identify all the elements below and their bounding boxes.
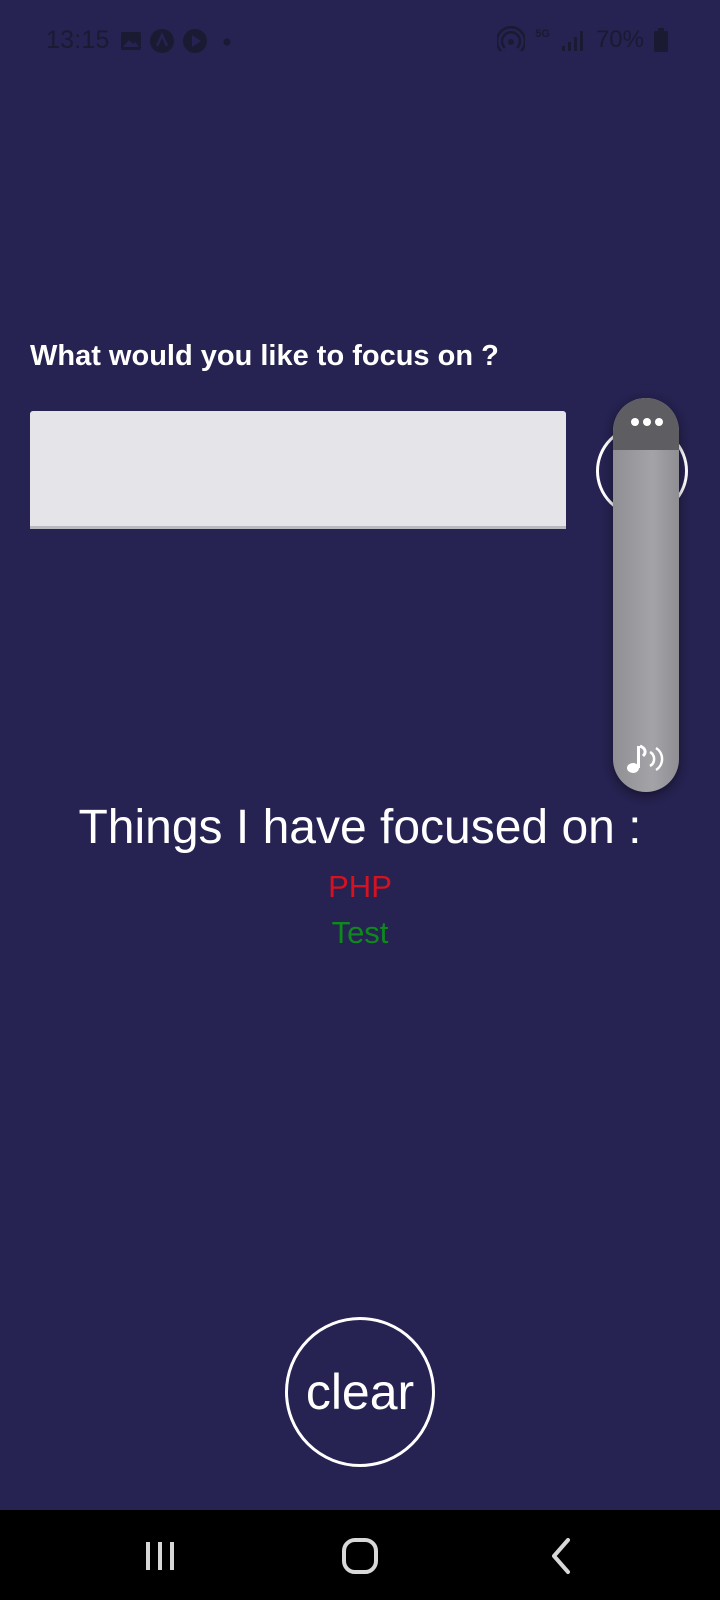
status-time: 13:15 xyxy=(46,26,110,54)
battery-percentage: 70% xyxy=(595,26,644,53)
focus-prompt: What would you like to focus on ? xyxy=(30,340,499,372)
status-notification-icons xyxy=(120,28,235,54)
hotspot-icon xyxy=(497,26,526,52)
focused-list: PHP Test xyxy=(0,864,720,956)
signal-icon xyxy=(561,31,583,51)
network-type: 5G xyxy=(535,28,550,40)
focused-heading: Things I have focused on : xyxy=(78,801,642,854)
focused-item: Test xyxy=(331,915,389,950)
volume-panel[interactable] xyxy=(613,398,679,792)
play-icon xyxy=(183,29,207,53)
dot-icon xyxy=(223,38,231,46)
battery-icon xyxy=(654,28,668,52)
home-icon[interactable] xyxy=(338,1534,382,1578)
focused-item: PHP xyxy=(328,869,392,904)
a-icon xyxy=(150,29,174,53)
more-options-icon[interactable] xyxy=(627,416,667,428)
navigation-bar xyxy=(0,1510,720,1600)
back-icon[interactable] xyxy=(540,1534,584,1578)
clear-button[interactable]: clear xyxy=(285,1317,435,1467)
focus-input[interactable] xyxy=(30,411,566,529)
status-system-icons: 5G 70% xyxy=(497,26,668,54)
gallery-icon xyxy=(121,32,141,50)
media-volume-icon[interactable] xyxy=(623,738,669,778)
volume-panel-header[interactable] xyxy=(613,398,679,450)
status-bar: 13:15 5G 70% xyxy=(0,0,720,84)
recent-apps-icon[interactable] xyxy=(138,1534,182,1578)
